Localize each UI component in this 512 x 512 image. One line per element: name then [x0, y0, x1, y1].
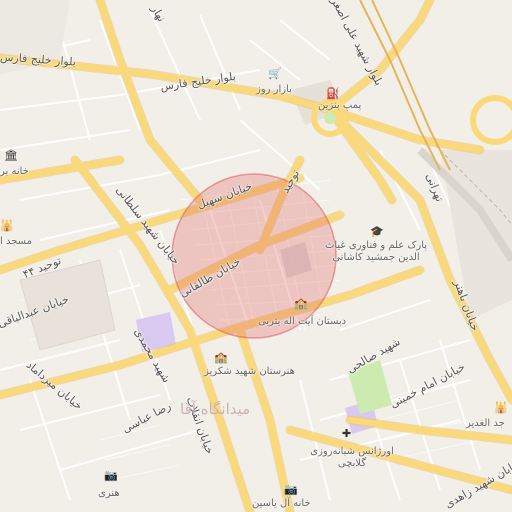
poi-science-park[interactable]: پارک علم و فناوری غیاث الدین جمشید کاشان… [316, 240, 436, 263]
hospital-icon[interactable]: ✚ [342, 428, 351, 439]
mosque-icon-left[interactable]: 🕌 [0, 220, 14, 231]
house-icon-left[interactable]: 🏛 [4, 150, 18, 161]
poi-house-left[interactable]: خانه بر [0, 166, 29, 178]
map-view[interactable]: بلوار خلیج فارس بلوار خلیج فارس خیابان س… [0, 0, 512, 512]
poi-ayatollah-yasrebi[interactable]: دبستان آیت اله یثربی [258, 316, 346, 328]
poi-hospital[interactable]: اورژانس شبانه‌روزی گلابچی [302, 446, 402, 469]
school-icon-yasrebi[interactable]: 🏫 [294, 298, 308, 309]
school-icon[interactable]: 🎓 [370, 226, 384, 237]
fuel-icon[interactable]: ⛽ [326, 88, 340, 99]
poi-gas-station[interactable]: پمپ بنزین [318, 100, 361, 112]
district-label: میدانگاه آقا [180, 400, 251, 418]
poi-honari[interactable]: هنری [98, 488, 120, 500]
camera-icon[interactable]: 📷 [284, 484, 298, 495]
poi-bazaar-rooz[interactable]: بازار روز [256, 84, 292, 96]
school-icon-shokriz[interactable]: 🏫 [214, 352, 228, 363]
poi-mosque-right[interactable]: جد الغدیر [466, 418, 505, 430]
poi-shokriz[interactable]: هنرستان شهید شکریز [204, 366, 295, 378]
mosque-icon-right[interactable]: 🕌 [494, 402, 508, 413]
poi-mosque-left[interactable]: مسجد ا [0, 236, 32, 248]
shop-icon[interactable]: 🛒 [268, 68, 282, 79]
poi-khane-al-yasin[interactable]: خانه آل یاسین [252, 498, 311, 510]
camera-icon-honari[interactable]: 📷 [104, 470, 118, 481]
